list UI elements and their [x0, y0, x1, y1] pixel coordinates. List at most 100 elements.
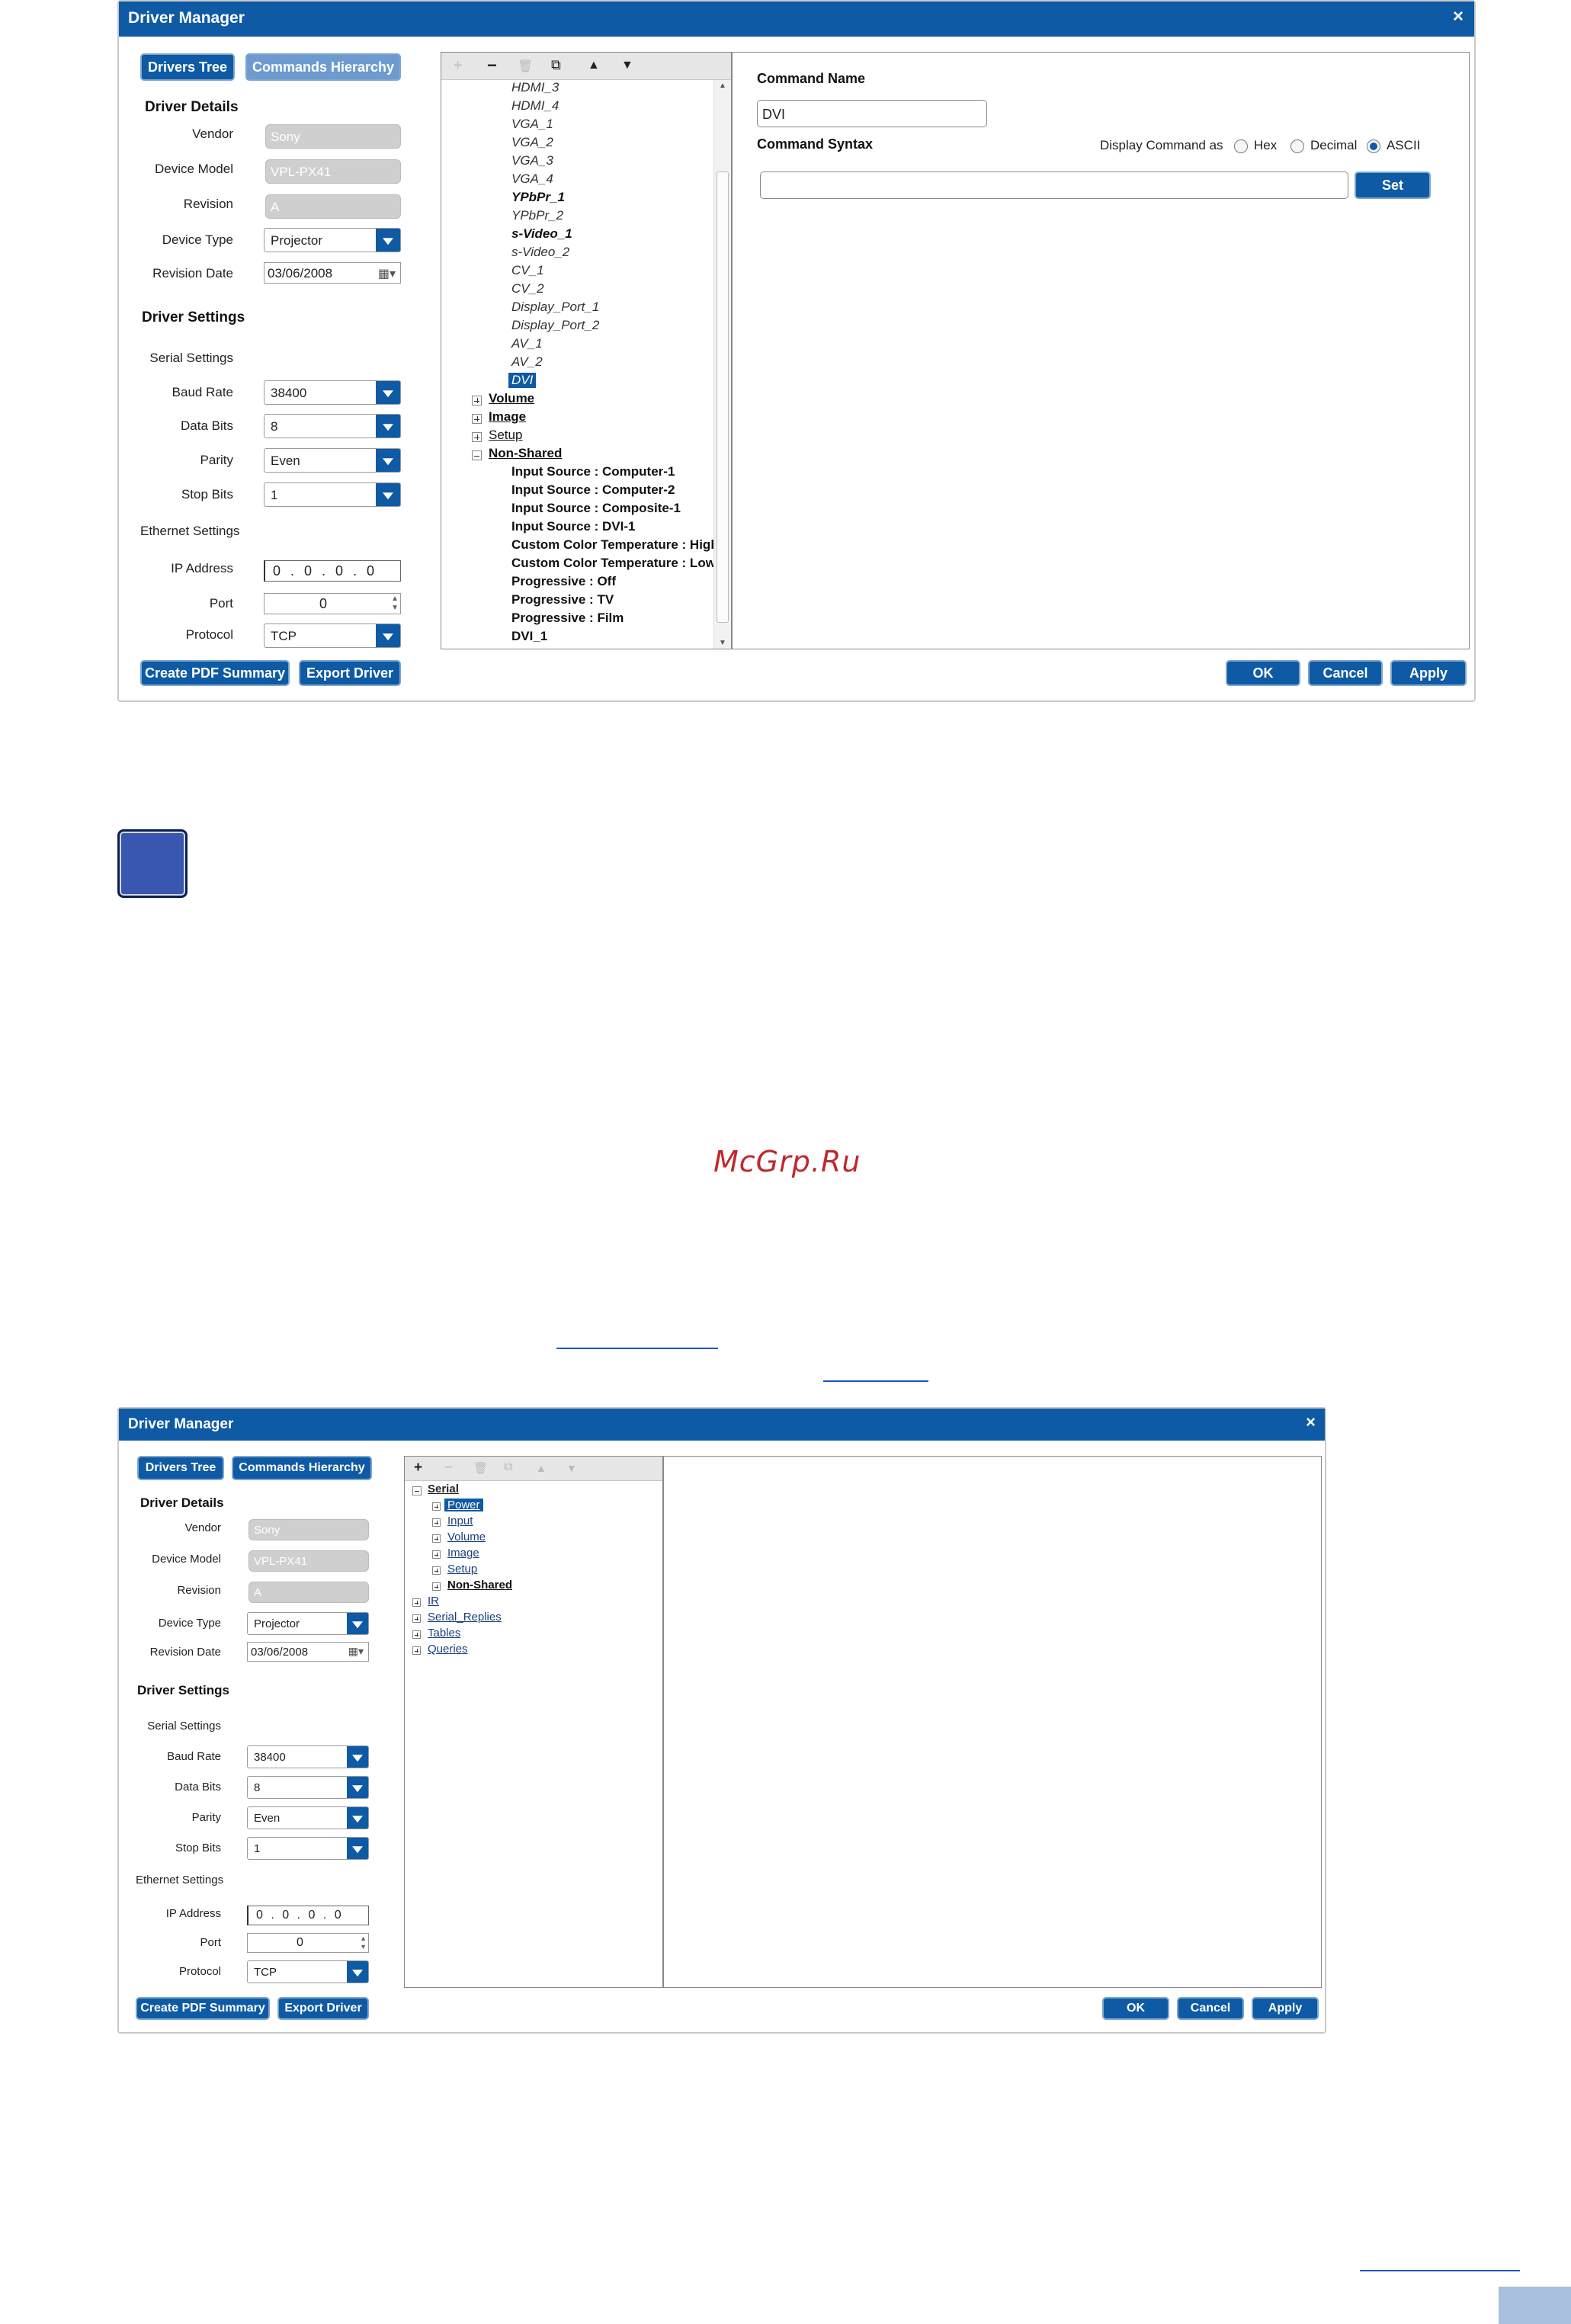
port-stepper[interactable]: 0 ▲ ▼: [264, 593, 401, 614]
tree-node-input[interactable]: Input: [447, 1515, 473, 1527]
move-down-icon[interactable]: ▼: [621, 59, 633, 72]
tree-leaf-non-shared[interactable]: Custom Color Temperature : Low: [511, 556, 714, 571]
calendar-icon[interactable]: ▦▾: [348, 1645, 364, 1658]
remove-icon[interactable]: −: [487, 56, 497, 75]
command-name-input[interactable]: DVI: [757, 100, 987, 127]
cancel-button[interactable]: Cancel: [1308, 660, 1383, 686]
port-stepper[interactable]: 0 ▲ ▼: [247, 1933, 369, 1953]
tree-scrollbar[interactable]: ▲ ▼: [713, 80, 731, 649]
tree-leaf-non-shared[interactable]: DVI_1: [511, 629, 547, 644]
expand-icon[interactable]: [472, 396, 482, 405]
remove-icon[interactable]: −: [444, 1460, 453, 1476]
ip-address-field[interactable]: 0 . 0 . 0 . 0: [264, 560, 401, 582]
drivers-tree-tab[interactable]: Drivers Tree: [137, 1456, 224, 1480]
tree-leaf-non-shared[interactable]: Input Source : Composite-1: [511, 501, 681, 516]
tree-node-power[interactable]: Power: [444, 1499, 483, 1511]
data-bits-select[interactable]: 8: [247, 1776, 369, 1799]
parity-select[interactable]: Even: [264, 448, 401, 473]
set-button[interactable]: Set: [1355, 171, 1431, 199]
tree-node-ir[interactable]: IR: [428, 1595, 439, 1608]
parity-select[interactable]: Even: [247, 1806, 369, 1829]
expand-icon[interactable]: [412, 1646, 421, 1655]
close-icon[interactable]: ×: [1453, 6, 1464, 27]
ok-button[interactable]: OK: [1226, 660, 1300, 686]
device-type-select[interactable]: Projector: [247, 1612, 369, 1635]
tree-leaf-dvi[interactable]: DVI: [508, 373, 537, 388]
tree-node-setup[interactable]: Setup: [489, 428, 522, 443]
chevron-down-icon[interactable]: [347, 1613, 368, 1634]
stop-bits-select[interactable]: 1: [247, 1837, 369, 1860]
ip-address-field[interactable]: 0 . 0 . 0 . 0: [247, 1906, 369, 1925]
tree-node-non-shared[interactable]: Non-Shared: [447, 1579, 512, 1592]
tree-leaf-display-port-1[interactable]: Display_Port_1: [511, 300, 599, 315]
tree-leaf-vga-3[interactable]: VGA_3: [511, 153, 553, 168]
expand-icon[interactable]: [432, 1582, 441, 1591]
tree-node-serial-replies[interactable]: Serial_Replies: [428, 1611, 502, 1624]
tree-leaf-display-port-2[interactable]: Display_Port_2: [511, 318, 599, 333]
revision-date-field[interactable]: 03/06/2008 ▦▾: [264, 262, 401, 284]
export-driver-button[interactable]: Export Driver: [299, 660, 401, 686]
drivers-tree-tab[interactable]: Drivers Tree: [140, 53, 235, 81]
tree-node-tables[interactable]: Tables: [428, 1627, 460, 1640]
chevron-down-icon[interactable]: [376, 415, 400, 438]
tree-leaf-non-shared[interactable]: Input Source : Computer-2: [511, 482, 675, 498]
expand-icon[interactable]: [412, 1630, 421, 1639]
tree-node-serial[interactable]: Serial: [428, 1483, 459, 1495]
expand-icon[interactable]: [472, 414, 482, 424]
link-underline[interactable]: [823, 1380, 928, 1382]
tree-node-setup[interactable]: Setup: [447, 1563, 477, 1576]
scroll-down-icon[interactable]: ▼: [719, 639, 726, 647]
chevron-down-icon[interactable]: [376, 624, 400, 647]
create-pdf-summary-button[interactable]: Create PDF Summary: [140, 660, 290, 686]
tree-node-image[interactable]: Image: [447, 1547, 479, 1559]
expand-icon[interactable]: [412, 1598, 421, 1607]
tree-leaf-av-1[interactable]: AV_1: [511, 336, 543, 351]
chevron-down-icon[interactable]: [376, 229, 400, 252]
tree-leaf-non-shared[interactable]: Progressive : Off: [511, 574, 616, 589]
tree-leaf-ypbpr-2[interactable]: YPbPr_2: [511, 208, 563, 223]
spinner-icon[interactable]: ▲ ▼: [391, 595, 399, 613]
link-underline[interactable]: [556, 1348, 718, 1349]
tree-node-volume[interactable]: Volume: [447, 1531, 486, 1543]
collapse-icon[interactable]: [472, 450, 482, 460]
tree-leaf-s-video-2[interactable]: s-Video_2: [511, 245, 569, 260]
protocol-select[interactable]: TCP: [264, 623, 401, 648]
hex-radio[interactable]: [1234, 139, 1248, 153]
chevron-down-icon[interactable]: [376, 449, 400, 472]
tree-leaf-non-shared[interactable]: Input Source : Computer-1: [511, 464, 675, 479]
add-icon[interactable]: +: [454, 57, 463, 75]
tree-leaf-non-shared[interactable]: Input Source : DVI-1: [511, 519, 635, 534]
copy-icon[interactable]: ⧉: [551, 57, 561, 73]
scroll-thumb[interactable]: [717, 171, 729, 623]
ok-button[interactable]: OK: [1102, 1997, 1169, 2020]
data-bits-select[interactable]: 8: [264, 414, 401, 438]
tree-leaf-s-video-1[interactable]: s-Video_1: [511, 226, 572, 242]
tree-leaf-hdmi-3[interactable]: HDMI_3: [511, 80, 559, 95]
close-icon[interactable]: ×: [1306, 1412, 1316, 1432]
revision-date-field[interactable]: 03/06/2008 ▦▾: [247, 1642, 369, 1662]
collapse-icon[interactable]: [412, 1486, 422, 1495]
create-pdf-summary-button[interactable]: Create PDF Summary: [136, 1997, 270, 2020]
decimal-radio[interactable]: [1290, 139, 1304, 153]
baud-rate-select[interactable]: 38400: [264, 380, 401, 405]
command-syntax-input[interactable]: [760, 171, 1348, 199]
calendar-icon[interactable]: ▦▾: [378, 266, 396, 281]
chevron-down-icon[interactable]: [347, 1807, 368, 1829]
export-driver-button[interactable]: Export Driver: [277, 1997, 369, 2020]
tree-leaf-hdmi-4[interactable]: HDMI_4: [511, 98, 559, 114]
chevron-down-icon[interactable]: [347, 1746, 368, 1768]
copy-icon[interactable]: ⧉: [504, 1460, 512, 1474]
cancel-button[interactable]: Cancel: [1177, 1997, 1244, 2020]
tree-leaf-non-shared[interactable]: Custom Color Temperature : High: [511, 537, 714, 553]
add-icon[interactable]: +: [414, 1460, 422, 1476]
expand-icon[interactable]: [472, 432, 482, 442]
apply-button[interactable]: Apply: [1252, 1997, 1319, 2020]
chevron-down-icon[interactable]: [347, 1777, 368, 1798]
protocol-select[interactable]: TCP: [247, 1960, 369, 1983]
commands-hierarchy-tab[interactable]: Commands Hierarchy: [232, 1456, 372, 1480]
tree-leaf-vga-1[interactable]: VGA_1: [511, 117, 553, 132]
expand-icon[interactable]: [412, 1614, 421, 1623]
link-underline[interactable]: [1360, 2270, 1520, 2271]
expand-icon[interactable]: [432, 1566, 441, 1575]
chevron-down-icon[interactable]: [376, 483, 400, 506]
